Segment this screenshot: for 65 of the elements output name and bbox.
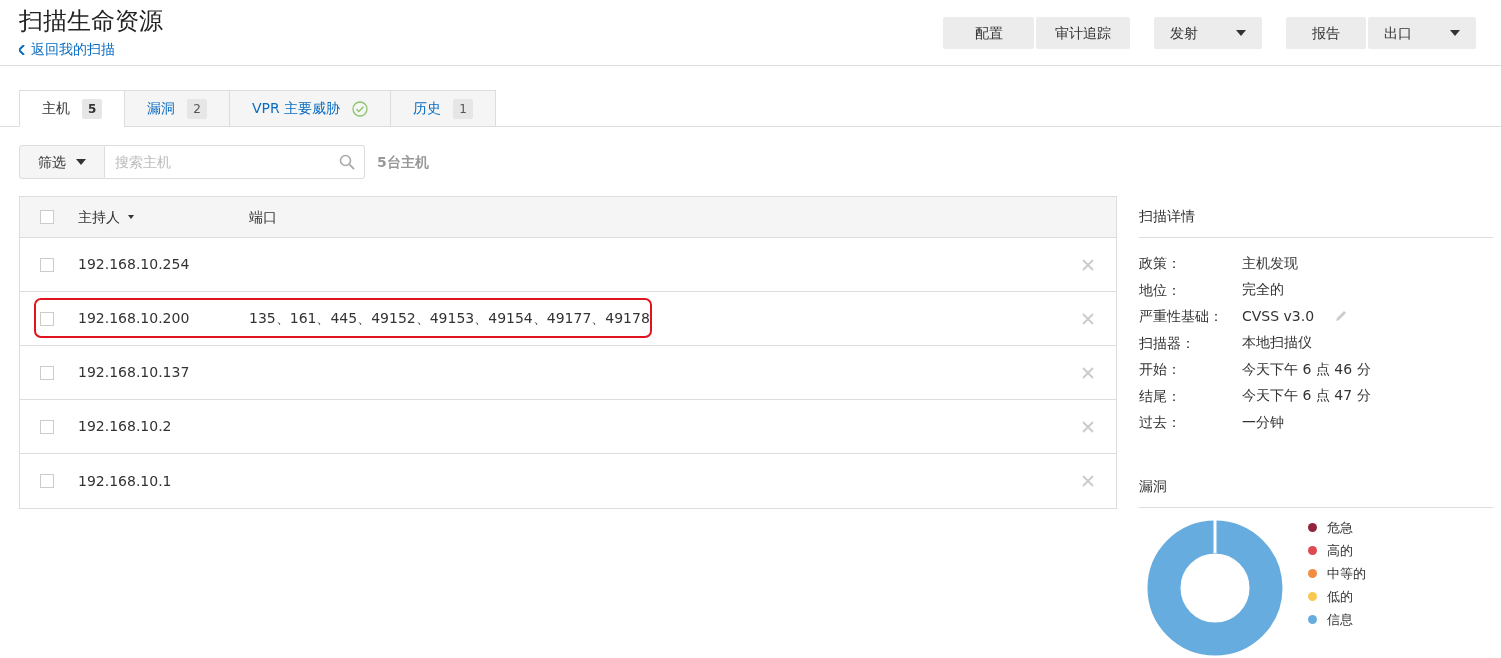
- ports-cell-text: 135、161、445、49152、49153、49154、49177、49178: [249, 309, 650, 328]
- host-cell[interactable]: 192.168.10.254: [78, 254, 249, 275]
- checkbox[interactable]: [40, 210, 54, 224]
- chevron-left-icon: [19, 44, 25, 55]
- field-value: 本地扫描仪: [1242, 333, 1312, 353]
- close-icon[interactable]: [1082, 475, 1094, 487]
- field-value: 一分钟: [1242, 412, 1284, 432]
- page-title: 扫描生命资源: [19, 6, 163, 37]
- field-value: 今天下午 6 点 47 分: [1242, 386, 1371, 406]
- tab[interactable]: 漏洞 2: [124, 90, 230, 127]
- legend-label: 中等的: [1327, 564, 1366, 583]
- field-label: 过去：: [1139, 413, 1182, 433]
- caret-icon: [1236, 30, 1246, 36]
- close-icon[interactable]: [1082, 258, 1094, 271]
- field-label: 地位：: [1139, 280, 1182, 300]
- check-circle-icon: [352, 100, 369, 117]
- count-badge: 1: [453, 98, 473, 119]
- checkbox[interactable]: [40, 365, 54, 380]
- search-icon: [339, 154, 355, 170]
- legend-label: 信息: [1327, 610, 1353, 629]
- pencil-icon[interactable]: [1334, 309, 1349, 324]
- host-count: 5台主机: [377, 152, 429, 172]
- field-value: 完全的: [1242, 280, 1284, 300]
- toolbar-button[interactable]: 审计追踪: [1036, 17, 1130, 49]
- search-field[interactable]: 搜索主机: [105, 145, 365, 179]
- field-label: 开始：: [1139, 360, 1182, 380]
- field-value: 主机发现: [1242, 253, 1298, 273]
- dropdown-button[interactable]: 发射: [1154, 17, 1262, 49]
- legend-label: 危急: [1327, 518, 1353, 537]
- count-badge: 5: [82, 98, 103, 119]
- field-label: 扫描器：: [1139, 333, 1196, 353]
- caret-icon: [76, 159, 86, 165]
- count-badge: 2: [187, 98, 207, 119]
- field-label: 政策：: [1139, 254, 1182, 274]
- toolbar-button[interactable]: 配置: [943, 17, 1034, 49]
- checkbox[interactable]: [40, 311, 54, 326]
- checkbox[interactable]: [40, 419, 54, 434]
- tab[interactable]: 历史 1: [390, 90, 496, 127]
- legend-label: 高的: [1327, 541, 1353, 560]
- close-icon[interactable]: [1082, 312, 1094, 325]
- column-header[interactable]: 主持人: [78, 206, 120, 228]
- tab[interactable]: VPR 主要威胁: [229, 90, 392, 127]
- tab[interactable]: 主机 5: [19, 90, 126, 127]
- close-icon[interactable]: [1082, 420, 1094, 433]
- host-cell[interactable]: 192.168.10.200: [78, 308, 249, 329]
- legend-label: 低的: [1327, 587, 1353, 606]
- checkbox[interactable]: [40, 474, 54, 488]
- host-cell[interactable]: 192.168.10.1: [78, 470, 249, 492]
- section-title: 扫描详情: [1139, 206, 1493, 238]
- field-value: 今天下午 6 点 46 分: [1242, 359, 1371, 379]
- host-cell[interactable]: 192.168.10.137: [78, 362, 249, 383]
- checkbox[interactable]: [40, 257, 54, 272]
- filter-button[interactable]: 筛选: [19, 145, 105, 179]
- close-icon[interactable]: [1082, 366, 1094, 379]
- dropdown-button[interactable]: 出口: [1368, 17, 1476, 49]
- back-link[interactable]: 返回我的扫描: [19, 39, 163, 60]
- field-value: CVSS v3.0: [1242, 306, 1315, 326]
- field-label: 结尾：: [1139, 386, 1182, 406]
- caret-icon: [1450, 30, 1460, 36]
- host-cell[interactable]: 192.168.10.2: [78, 416, 249, 437]
- section-title: 漏洞: [1139, 475, 1493, 508]
- field-label: 严重性基础：: [1139, 307, 1224, 327]
- toolbar-button[interactable]: 报告: [1286, 17, 1366, 49]
- column-header: 端口: [249, 207, 277, 227]
- sort-icon: [128, 215, 134, 219]
